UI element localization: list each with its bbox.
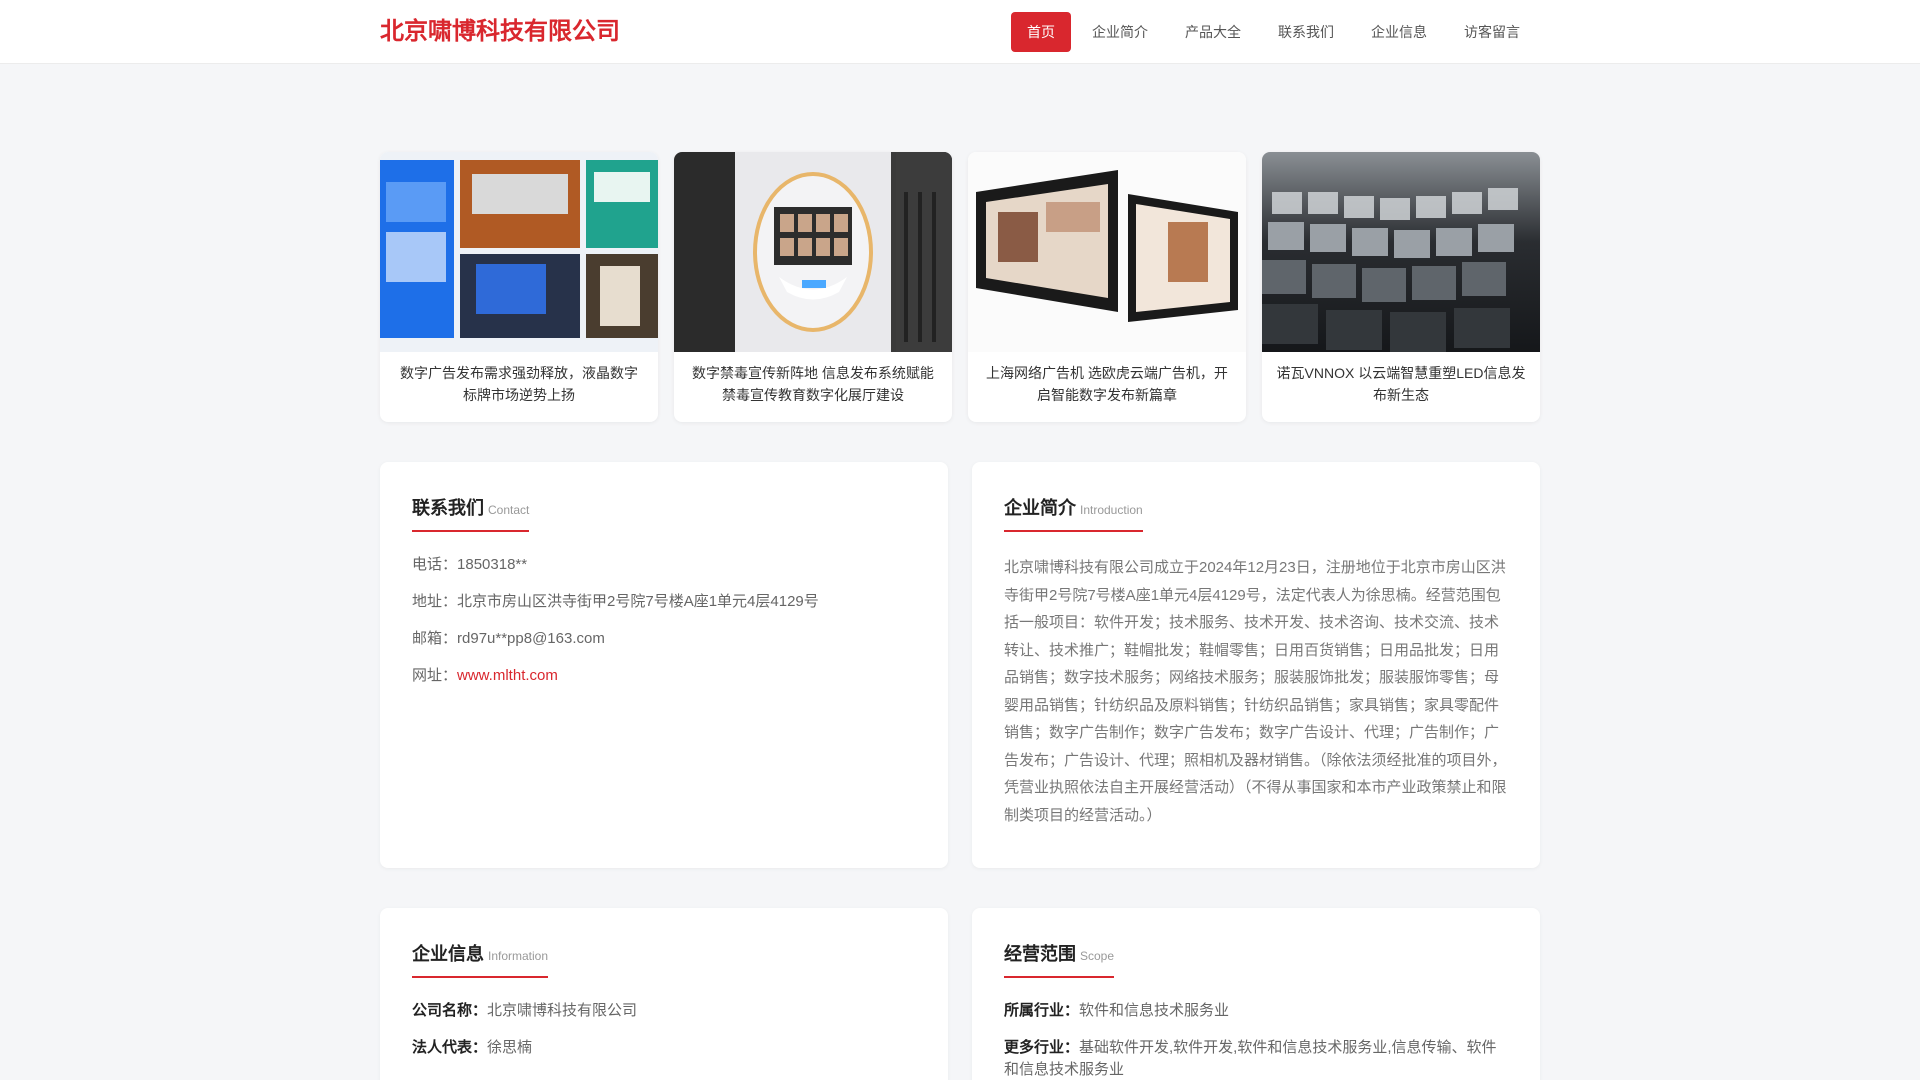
panel-title: 企业简介 <box>1004 498 1076 518</box>
legal-label: 法人代表： <box>412 1039 488 1056</box>
news-cards: 数字广告发布需求强劲释放，液晶数字标牌市场逆势上扬 数字禁毒宣传新阵地 信息发布… <box>380 152 1540 422</box>
panel-subtitle: Information <box>488 949 549 963</box>
phone-label: 电话： <box>412 556 458 573</box>
news-card[interactable]: 诺瓦VNNOX 以云端智慧重塑LED信息发布新生态 <box>1262 152 1540 422</box>
news-thumbnail[interactable] <box>380 152 658 352</box>
news-card[interactable]: 数字禁毒宣传新阵地 信息发布系统赋能禁毒宣传教育数字化展厅建设 <box>674 152 952 422</box>
panel-heading: 企业简介 Introduction <box>1004 494 1143 532</box>
site-logo[interactable]: 北京啸博科技有限公司 <box>380 16 620 48</box>
scope-panel: 经营范围 Scope 所属行业：软件和信息技术服务业 更多行业：基础软件开发,软件… <box>972 908 1540 1080</box>
nav-info[interactable]: 企业信息 <box>1355 12 1443 52</box>
contact-email: 邮箱：rd97u**pp8@163.com <box>412 628 916 650</box>
phone-value: 1850318** <box>457 556 528 573</box>
news-title[interactable]: 数字禁毒宣传新阵地 信息发布系统赋能禁毒宣传教育数字化展厅建设 <box>674 352 952 406</box>
legal-value: 徐思楠 <box>487 1039 533 1056</box>
panel-heading: 联系我们 Contact <box>412 494 530 532</box>
site-header: 北京啸博科技有限公司 首页 企业简介 产品大全 联系我们 企业信息 访客留言 <box>0 0 1920 64</box>
nav-contact[interactable]: 联系我们 <box>1262 12 1350 52</box>
panel-subtitle: Scope <box>1080 949 1115 963</box>
contact-address: 地址：北京市房山区洪寺街甲2号院7号楼A座1单元4层4129号 <box>412 591 916 613</box>
panel-title: 企业信息 <box>412 944 484 964</box>
panel-subtitle: Introduction <box>1080 503 1143 517</box>
email-value: rd97u**pp8@163.com <box>457 630 605 647</box>
panel-subtitle: Contact <box>488 503 530 517</box>
scope-industry: 所属行业：软件和信息技术服务业 <box>1004 1000 1508 1022</box>
industry-label: 所属行业： <box>1004 1002 1080 1019</box>
news-title[interactable]: 诺瓦VNNOX 以云端智慧重塑LED信息发布新生态 <box>1262 352 1540 406</box>
website-link[interactable]: www.mltht.com <box>457 667 558 684</box>
info-legal: 法人代表：徐思楠 <box>412 1037 916 1059</box>
news-card[interactable]: 上海网络广告机 选欧虎云端广告机，开启智能数字发布新篇章 <box>968 152 1246 422</box>
scope-more: 更多行业：基础软件开发,软件开发,软件和信息技术服务业,信息传输、软件和信息技术… <box>1004 1037 1508 1080</box>
industry-value: 软件和信息技术服务业 <box>1079 1002 1230 1019</box>
info-body: 公司名称：北京啸博科技有限公司 法人代表：徐思楠 <box>412 1000 916 1059</box>
website-label: 网址： <box>412 667 458 684</box>
news-thumbnail[interactable] <box>968 152 1246 352</box>
company-label: 公司名称： <box>412 1002 488 1019</box>
intro-panel: 企业简介 Introduction 北京啸博科技有限公司成立于2024年12月23… <box>972 462 1540 868</box>
news-thumbnail[interactable] <box>674 152 952 352</box>
news-thumbnail[interactable] <box>1262 152 1540 352</box>
company-value: 北京啸博科技有限公司 <box>487 1002 638 1019</box>
news-title[interactable]: 上海网络广告机 选欧虎云端广告机，开启智能数字发布新篇章 <box>968 352 1246 406</box>
email-label: 邮箱： <box>412 630 458 647</box>
contact-website: 网址：www.mltht.com <box>412 665 916 687</box>
panel-heading: 企业信息 Information <box>412 940 549 978</box>
address-label: 地址： <box>412 593 458 610</box>
nav-intro[interactable]: 企业简介 <box>1076 12 1164 52</box>
news-card[interactable]: 数字广告发布需求强劲释放，液晶数字标牌市场逆势上扬 <box>380 152 658 422</box>
intro-body: 北京啸博科技有限公司成立于2024年12月23日，注册地位于北京市房山区洪寺街甲… <box>1004 554 1508 829</box>
info-company: 公司名称：北京啸博科技有限公司 <box>412 1000 916 1022</box>
nav-home[interactable]: 首页 <box>1011 12 1071 52</box>
scope-body: 所属行业：软件和信息技术服务业 更多行业：基础软件开发,软件开发,软件和信息技术… <box>1004 1000 1508 1080</box>
info-panel: 企业信息 Information 公司名称：北京啸博科技有限公司 法人代表：徐思楠 <box>380 908 948 1080</box>
panel-heading: 经营范围 Scope <box>1004 940 1115 978</box>
contact-panel: 联系我们 Contact 电话：1850318** 地址：北京市房山区洪寺街甲2号… <box>380 462 948 868</box>
address-value: 北京市房山区洪寺街甲2号院7号楼A座1单元4层4129号 <box>457 593 819 610</box>
news-title[interactable]: 数字广告发布需求强劲释放，液晶数字标牌市场逆势上扬 <box>380 352 658 406</box>
nav-guestbook[interactable]: 访客留言 <box>1448 12 1536 52</box>
contact-body: 电话：1850318** 地址：北京市房山区洪寺街甲2号院7号楼A座1单元4层4… <box>412 554 916 687</box>
panel-title: 经营范围 <box>1004 944 1076 964</box>
more-label: 更多行业： <box>1004 1039 1080 1056</box>
main-nav: 首页 企业简介 产品大全 联系我们 企业信息 访客留言 <box>1011 12 1541 52</box>
intro-text: 北京啸博科技有限公司成立于2024年12月23日，注册地位于北京市房山区洪寺街甲… <box>1004 559 1507 824</box>
contact-phone: 电话：1850318** <box>412 554 916 576</box>
panel-title: 联系我们 <box>412 498 484 518</box>
nav-products[interactable]: 产品大全 <box>1169 12 1257 52</box>
